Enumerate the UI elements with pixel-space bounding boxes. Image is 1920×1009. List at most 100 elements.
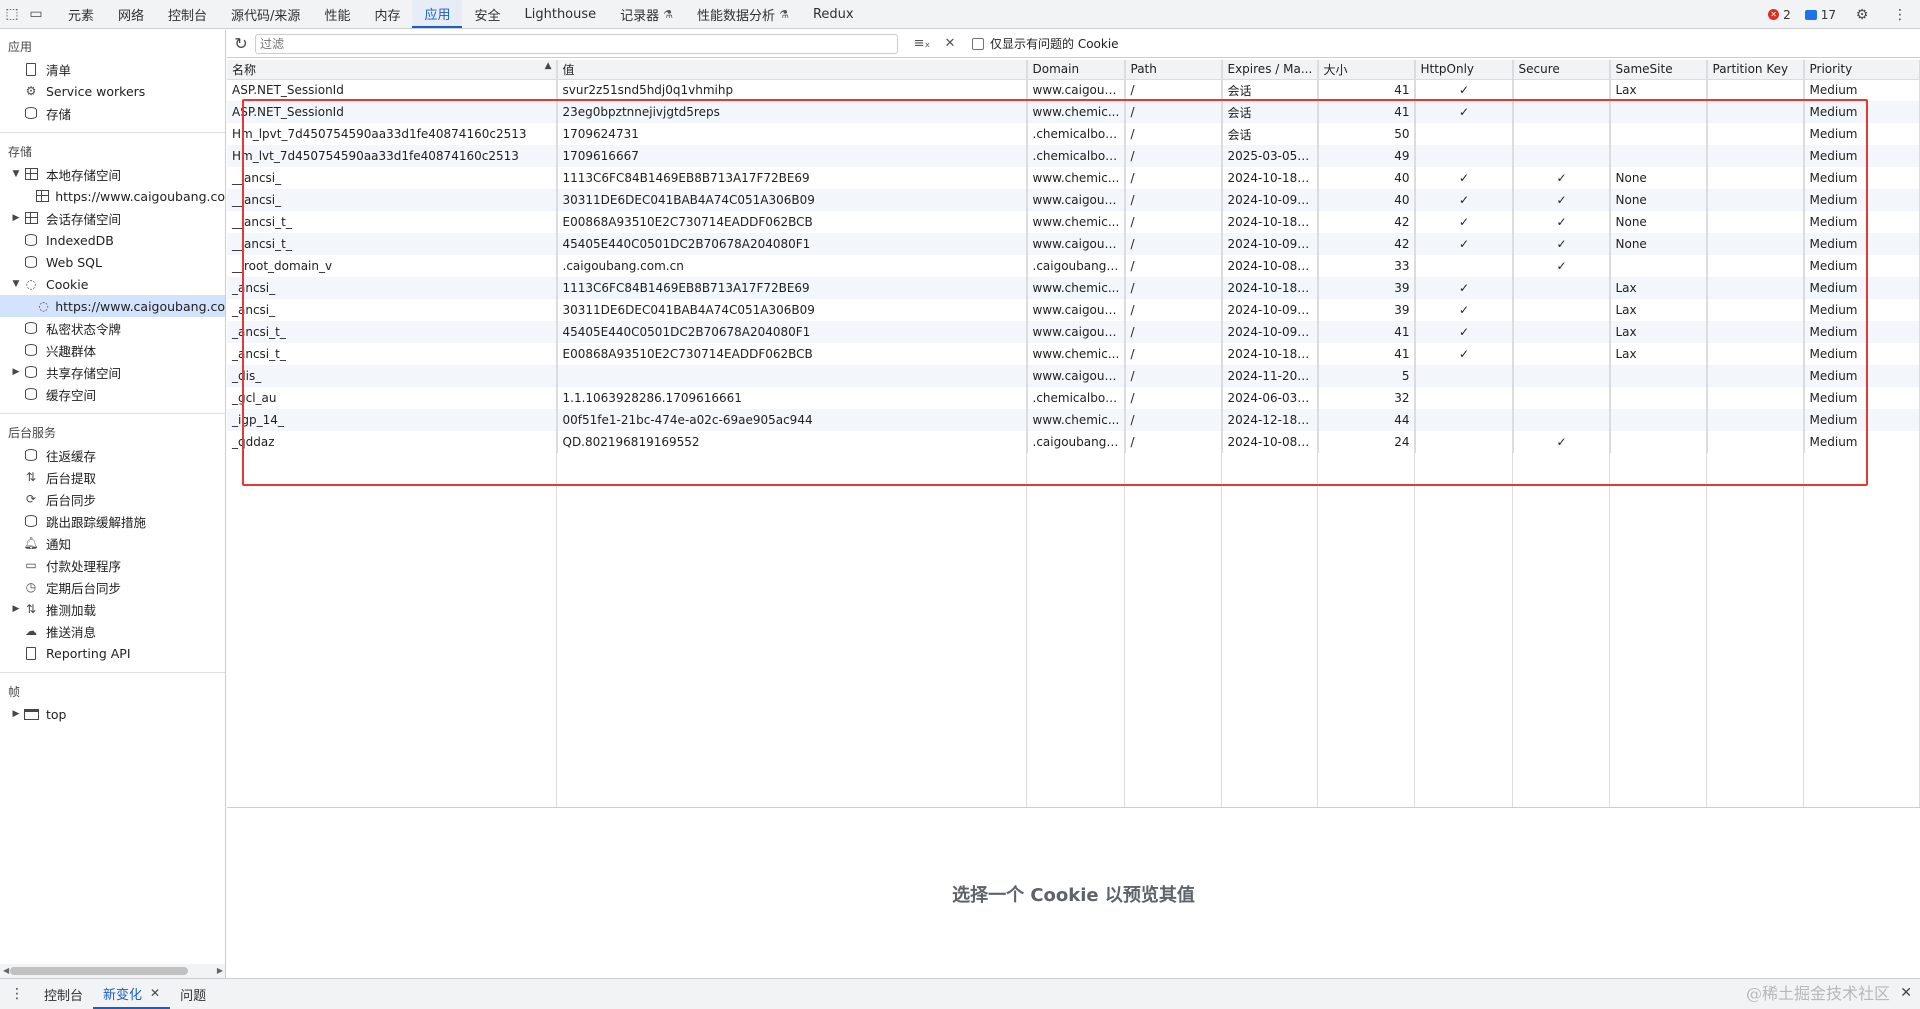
panel-tab[interactable]: Redux (801, 0, 866, 28)
column-header[interactable]: Expires / Ma... (1222, 60, 1319, 80)
collapse-arrow-icon[interactable]: ▶ (10, 213, 22, 223)
table-row[interactable]: Hm_lpvt_7d450754590aa33d1fe40874160c2513… (227, 123, 1920, 145)
table-row[interactable]: _igp_14_ 00f51fe1-21bc-474e-a02c-69ae905a… (227, 409, 1920, 431)
clear-filtered-cookies-icon[interactable]: ≡ₓ (908, 36, 936, 51)
table-row[interactable]: _ancsi_t_ 45405E440C0501DC2B70678A204080F… (227, 321, 1920, 343)
sidebar-item[interactable]: 清单 (0, 58, 225, 80)
table-row[interactable]: __ancsi_ 1113C6FC84B1469EB8B713A17F72BE69… (227, 167, 1920, 189)
table-row[interactable]: _ancsi_t_ E00868A93510E2C730714EADDF062BC… (227, 343, 1920, 365)
sidebar-item[interactable]: ▶ top (0, 703, 225, 725)
sidebar-item[interactable]: ▼ ◌ Cookie (0, 273, 225, 295)
sidebar-item[interactable]: 缓存空间 (0, 383, 225, 405)
column-header[interactable]: Priority (1804, 60, 1920, 80)
table-row[interactable]: _qddaz QD.802196819169552 .caigoubang.... /… (227, 431, 1920, 453)
table-row[interactable]: __ancsi_ 30311DE6DEC041BAB4A74C051A306B09… (227, 189, 1920, 211)
column-header[interactable]: 值 (557, 60, 1028, 80)
sidebar-item[interactable]: IndexedDB (0, 229, 225, 251)
sidebar-item[interactable]: 兴趣群体 (0, 339, 225, 361)
settings-gear-icon[interactable]: ⚙ (1850, 7, 1874, 23)
panel-tab[interactable]: Lighthouse (513, 0, 609, 28)
column-header[interactable]: HttpOnly (1415, 60, 1514, 80)
panel-tab[interactable]: 性能数据分析 ⚗ (685, 0, 801, 28)
panel-tab[interactable]: 性能 (312, 0, 362, 28)
cookie-icon: ◌ (38, 299, 49, 313)
sidebar-item[interactable]: 私密状态令牌 (0, 317, 225, 339)
error-badge[interactable]: ✕ 2 (1768, 8, 1791, 22)
sidebar-item[interactable]: Reporting API (0, 642, 225, 664)
collapse-arrow-icon[interactable]: ▶ (10, 709, 22, 719)
message-badge[interactable]: 17 (1804, 8, 1836, 22)
column-header[interactable]: Partition Key (1707, 60, 1805, 80)
sidebar-item[interactable]: Web SQL (0, 251, 225, 273)
sidebar-item[interactable]: ◌ https://www.caigoubang.co (0, 295, 225, 317)
table-row[interactable]: ASP.NET_SessionId svur2z51snd5hdj0q1vhmih… (227, 79, 1920, 101)
table-row[interactable]: __ancsi_t_ 45405E440C0501DC2B70678A204080… (227, 233, 1920, 255)
scroll-left-icon[interactable]: ◀ (3, 964, 9, 978)
close-tab-icon[interactable]: ✕ (150, 986, 160, 1000)
collapse-arrow-icon[interactable]: ▶ (10, 367, 22, 377)
table-cell: 会话 (1222, 79, 1319, 101)
column-header[interactable]: 名称 ▲ (227, 60, 558, 80)
panel-tab[interactable]: 控制台 (156, 0, 219, 28)
table-cell: ✓ (1513, 167, 1611, 189)
sidebar-item[interactable]: https://www.caigoubang.co (0, 185, 225, 207)
panel-tab[interactable]: 内存 (362, 0, 412, 28)
panel-tab[interactable]: 安全 (462, 0, 512, 28)
column-header[interactable]: Secure (1513, 60, 1611, 80)
table-row[interactable]: __root_domain_v .caigoubang.com.cn .caigou… (227, 255, 1920, 277)
drawer-tab[interactable]: 新变化 ✕ (93, 979, 171, 1009)
panel-tab[interactable]: 记录器 ⚗ (608, 0, 685, 28)
inspect-element-icon[interactable]: ⬚ (0, 0, 24, 28)
sidebar-item[interactable]: ◷ 定期后台同步 (0, 576, 225, 598)
column-header[interactable]: 大小 (1318, 60, 1416, 80)
column-header[interactable]: Domain (1027, 60, 1126, 80)
table-row[interactable]: _gcl_au 1.1.1063928286.1709616661 .chemica… (227, 387, 1920, 409)
sidebar-item[interactable]: 存储 (0, 102, 225, 124)
table-row[interactable]: Hm_lvt_7d450754590aa33d1fe40874160c2513 1… (227, 145, 1920, 167)
table-row[interactable]: _dis_ www.caigoub.../2024-11-20T... 5 Mediu… (227, 365, 1920, 387)
sidebar-item[interactable]: ☁ 推送消息 (0, 620, 225, 642)
panel-tab[interactable]: 源代码/来源 (219, 0, 312, 28)
panel-tab[interactable]: 应用 (412, 0, 463, 28)
collapse-arrow-icon[interactable]: ▶ (10, 604, 22, 614)
sidebar-item[interactable]: ⚙ Service workers (0, 80, 225, 102)
sidebar-item[interactable]: 🔔︎ 通知 (0, 532, 225, 554)
sidebar-item[interactable]: ▶ ⇅ 推测加载 (0, 598, 225, 620)
expand-arrow-icon[interactable]: ▼ (10, 279, 22, 289)
sidebar-item[interactable]: ⟳ 后台同步 (0, 488, 225, 510)
table-row[interactable]: ASP.NET_SessionId 23eg0bpztnnejivjgtd5rep… (227, 101, 1920, 123)
sidebar-item[interactable]: 跳出跟踪缓解措施 (0, 510, 225, 532)
card-icon: ▭ (25, 558, 37, 572)
drawer-menu-icon[interactable]: ⋮ (0, 986, 34, 1002)
scroll-right-icon[interactable]: ▶ (217, 964, 223, 978)
sidebar-item[interactable]: ⇅ 后台提取 (0, 466, 225, 488)
sidebar-horizontal-scrollbar[interactable]: ◀ ▶ (0, 964, 225, 978)
column-header[interactable]: Path (1125, 60, 1223, 80)
sidebar-item[interactable]: ▼ 本地存储空间 (0, 163, 225, 185)
delete-selected-icon[interactable]: ✕ (936, 36, 964, 51)
panel-tab[interactable]: 元素 (56, 0, 106, 28)
table-cell (1513, 145, 1611, 167)
only-issues-checkbox[interactable] (972, 37, 984, 50)
table-cell: 2024-12-18T... (1222, 409, 1319, 431)
table-row[interactable]: _ancsi_ 30311DE6DEC041BAB4A74C051A306B09 w… (227, 299, 1920, 321)
table-cell (1610, 431, 1708, 453)
drawer-tab[interactable]: 问题 (170, 979, 216, 1009)
device-toolbar-icon[interactable]: ▭ (24, 0, 48, 28)
close-drawer-icon[interactable]: ✕ (1900, 978, 1912, 1009)
table-row[interactable]: __ancsi_t_ E00868A93510E2C730714EADDF062B… (227, 211, 1920, 233)
more-menu-icon[interactable]: ⋮ (1888, 7, 1912, 23)
table-row[interactable]: _ancsi_ 1113C6FC84B1469EB8B713A17F72BE69 w… (227, 277, 1920, 299)
refresh-icon[interactable]: ↻ (227, 34, 255, 53)
scrollbar-thumb[interactable] (10, 967, 188, 975)
sidebar-item[interactable]: ▶ 会话存储空间 (0, 207, 225, 229)
only-issues-toggle[interactable]: 仅显示有问题的 Cookie (972, 35, 1119, 52)
drawer-tab[interactable]: 控制台 (34, 979, 93, 1009)
expand-arrow-icon[interactable]: ▼ (10, 169, 22, 179)
panel-tab[interactable]: 网络 (106, 0, 156, 28)
sidebar-item[interactable]: ▶ 共享存储空间 (0, 361, 225, 383)
sidebar-item[interactable]: ▭ 付款处理程序 (0, 554, 225, 576)
sidebar-item[interactable]: 往返缓存 (0, 444, 225, 466)
filter-input[interactable] (255, 33, 898, 54)
column-header[interactable]: SameSite (1610, 60, 1708, 80)
